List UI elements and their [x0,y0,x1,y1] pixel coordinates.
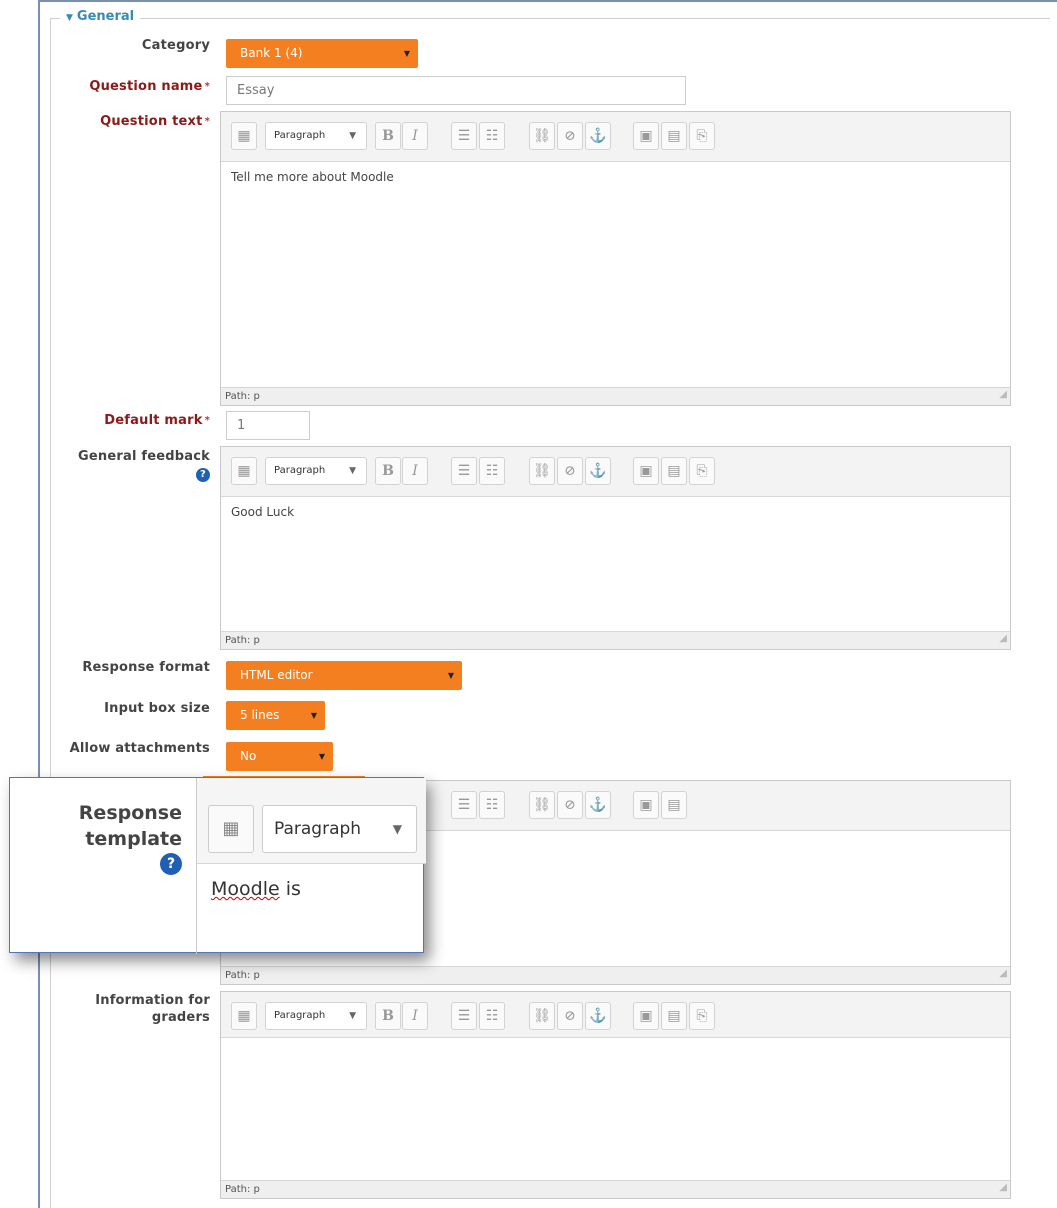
dropdown-arrow-icon: ▼ [403,49,410,58]
response-format-select[interactable]: HTML editor ▼ [226,661,462,690]
unlink-icon[interactable]: ⊘ [557,457,583,485]
allow-attachments-label: Allow attachments [69,741,210,756]
bullet-list-icon[interactable]: ☰ [451,1002,477,1030]
image-icon[interactable]: ▣ [633,457,659,485]
help-icon[interactable]: ? [196,468,210,482]
bullet-list-icon[interactable]: ☰ [451,791,477,819]
unlink-icon[interactable]: ⊘ [557,122,583,150]
toolbar-toggle-icon[interactable]: ▦ [231,1002,257,1030]
editor-toolbar: ▦ Paragraph ▼ B I ☰ ☷ ⛓ ⊘ ⚓ ▣ ▤ ⎘ [221,447,1010,497]
toolbar-toggle-icon[interactable]: ▦ [231,122,257,150]
toolbar-toggle-icon[interactable]: ▦ [208,805,254,853]
format-select[interactable]: Paragraph ▼ [265,122,367,150]
bullet-list-icon[interactable]: ☰ [451,122,477,150]
legend-text: General [76,9,135,24]
category-label: Category [141,38,210,53]
default-mark-label: Default mark * [104,413,210,428]
format-select[interactable]: Paragraph ▼ [265,457,367,485]
numbered-list-icon[interactable]: ☷ [479,457,505,485]
editor-path: Path: p ◢ [221,966,1010,984]
fieldset-legend[interactable]: ▼ General [60,9,141,24]
bold-icon[interactable]: B [375,1002,401,1030]
italic-icon[interactable]: I [402,1002,428,1030]
general-feedback-editor[interactable]: ▦ Paragraph ▼ B I ☰ ☷ ⛓ ⊘ ⚓ ▣ ▤ ⎘ Good Lu… [220,446,1011,650]
input-box-size-value: 5 lines [240,708,280,722]
dropdown-arrow-icon: ▼ [310,711,317,720]
format-select[interactable]: Paragraph ▼ [265,1002,367,1030]
response-template-zoom-editor[interactable]: ▦ Paragraph ▼ Moodle is [196,778,426,954]
category-select[interactable]: Bank 1 (4) ▼ [226,39,418,68]
anchor-icon[interactable]: ⚓ [585,457,611,485]
response-template-label: Response template [78,802,182,850]
response-format-value: HTML editor [240,668,313,682]
question-name-input[interactable]: Essay [226,76,686,105]
numbered-list-icon[interactable]: ☷ [479,791,505,819]
anchor-icon[interactable]: ⚓ [585,122,611,150]
toolbar-toggle-icon[interactable]: ▦ [231,457,257,485]
numbered-list-icon[interactable]: ☷ [479,1002,505,1030]
media-icon[interactable]: ▤ [661,791,687,819]
media-icon[interactable]: ▤ [661,122,687,150]
bold-icon[interactable]: B [375,457,401,485]
link-icon[interactable]: ⛓ [529,457,555,485]
anchor-icon[interactable]: ⚓ [585,791,611,819]
unlink-icon[interactable]: ⊘ [557,791,583,819]
question-name-label: Question name * [89,79,210,94]
image-icon[interactable]: ▣ [633,122,659,150]
info-graders-label: Information for graders [95,993,210,1025]
editor-toolbar: ▦ Paragraph ▼ [197,778,426,864]
resize-handle-icon[interactable]: ◢ [999,1179,1007,1196]
bold-icon[interactable]: B [375,122,401,150]
input-box-size-select[interactable]: 5 lines ▼ [226,701,325,730]
expand-triangle-icon: ▼ [66,13,73,23]
response-template-content[interactable]: Moodle is [211,878,301,900]
editor-toolbar: ▦ Paragraph ▼ B I ☰ ☷ ⛓ ⊘ ⚓ ▣ ▤ ⎘ [221,112,1010,162]
editor-path: Path: p ◢ [221,1180,1010,1198]
allow-attachments-value: No [240,749,257,763]
general-feedback-label: General feedback ? [78,449,210,482]
paste-icon[interactable]: ⎘ [689,457,715,485]
italic-icon[interactable]: I [402,457,428,485]
link-icon[interactable]: ⛓ [529,1002,555,1030]
link-icon[interactable]: ⛓ [529,122,555,150]
dropdown-arrow-icon: ▼ [318,752,325,761]
image-icon[interactable]: ▣ [633,1002,659,1030]
category-value: Bank 1 (4) [240,46,303,60]
question-text-editor[interactable]: ▦ Paragraph ▼ B I ☰ ☷ ⛓ ⊘ ⚓ ▣ ▤ ⎘ Tell me… [220,111,1011,406]
response-template-zoom: Response template ? ▦ Paragraph ▼ Moodle … [9,777,426,954]
fieldset-border [50,18,1050,19]
media-icon[interactable]: ▤ [661,1002,687,1030]
paste-icon[interactable]: ⎘ [689,1002,715,1030]
info-graders-editor[interactable]: ▦ Paragraph ▼ B I ☰ ☷ ⛓ ⊘ ⚓ ▣ ▤ ⎘ Path: p… [220,991,1011,1199]
resize-handle-icon[interactable]: ◢ [999,386,1007,403]
allow-attachments-select[interactable]: No ▼ [226,742,333,771]
unlink-icon[interactable]: ⊘ [557,1002,583,1030]
editor-path: Path: p ◢ [221,387,1010,405]
question-text-content[interactable]: Tell me more about Moodle [231,170,1000,184]
paste-icon[interactable]: ⎘ [689,122,715,150]
image-icon[interactable]: ▣ [633,791,659,819]
resize-handle-icon[interactable]: ◢ [999,965,1007,982]
editor-toolbar: ▦ Paragraph ▼ B I ☰ ☷ ⛓ ⊘ ⚓ ▣ ▤ ⎘ [221,992,1010,1038]
help-icon[interactable]: ? [160,853,182,875]
italic-icon[interactable]: I [402,122,428,150]
editor-path: Path: p ◢ [221,631,1010,649]
numbered-list-icon[interactable]: ☷ [479,122,505,150]
dropdown-arrow-icon: ▼ [447,671,454,680]
response-format-label: Response format [82,660,210,675]
input-box-size-label: Input box size [104,701,210,716]
question-text-label: Question text * [100,114,210,129]
resize-handle-icon[interactable]: ◢ [999,630,1007,647]
format-select[interactable]: Paragraph ▼ [262,805,417,853]
general-feedback-content[interactable]: Good Luck [231,505,1000,519]
default-mark-input[interactable]: 1 [226,411,310,440]
link-icon[interactable]: ⛓ [529,791,555,819]
fieldset-border-left [50,18,51,1208]
media-icon[interactable]: ▤ [661,457,687,485]
bullet-list-icon[interactable]: ☰ [451,457,477,485]
anchor-icon[interactable]: ⚓ [585,1002,611,1030]
